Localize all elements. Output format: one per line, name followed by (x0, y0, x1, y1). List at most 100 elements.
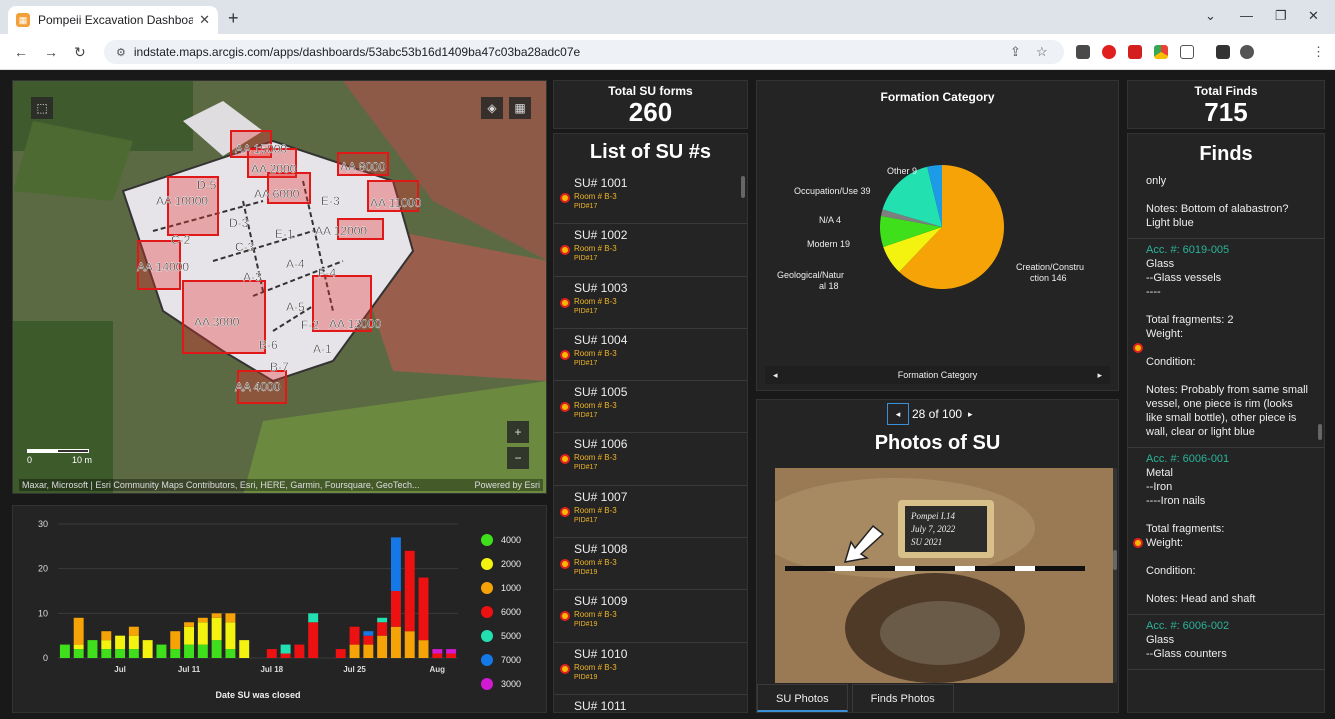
menu-icon[interactable]: ⋮ (1312, 44, 1325, 60)
su-marker-icon (560, 402, 570, 413)
map-area-label: AA 4000 (235, 380, 281, 394)
su-list-item[interactable]: SU# 1011 (554, 695, 747, 712)
window-close-icon[interactable]: ✕ (1308, 8, 1319, 24)
previous-category-icon[interactable]: ◂ (773, 370, 778, 381)
tab-search-icon[interactable]: ⌄ (1205, 8, 1216, 24)
legend-item[interactable]: 6000 (481, 600, 521, 624)
su-list[interactable]: List of SU #s SU# 1001 Room # B-3 PID#17 SU… (553, 133, 748, 713)
find-item[interactable]: only Notes: Bottom of alabastron? Light … (1128, 170, 1324, 239)
bookmark-star-icon[interactable]: ☆ (1036, 44, 1048, 60)
avatar[interactable] (1240, 45, 1254, 59)
bar-segment (335, 649, 346, 658)
bar-segment (308, 622, 319, 658)
su-list-item[interactable]: SU# 1007 Room # B-3 PID#17 (554, 486, 747, 539)
legend-item[interactable]: 4000 (481, 528, 521, 552)
pie-title: Formation Category (880, 90, 995, 104)
excavation-map[interactable]: AA 15000 AA 2000 AA 8000 D-5 AA 6000 E-3… (12, 80, 547, 494)
back-icon[interactable]: ← (14, 44, 28, 60)
legend-item[interactable]: 2000 (481, 552, 521, 576)
bar-segment (404, 550, 415, 632)
powered-by-esri[interactable]: Powered by Esri (474, 480, 540, 490)
next-category-icon[interactable]: ▸ (1097, 370, 1102, 381)
legend-label: 2000 (501, 559, 522, 569)
forward-icon[interactable]: → (44, 44, 58, 60)
basemap-icon[interactable]: ▦ (509, 97, 531, 119)
find-detail: Condition: (1146, 356, 1196, 368)
dashboard-favicon-icon: ▦ (16, 13, 30, 27)
share-icon[interactable]: ⇪ (1010, 44, 1021, 60)
map-area-label: E-1 (275, 227, 294, 241)
select-tool-icon[interactable]: ⬚ (31, 97, 53, 119)
total-su-label: Total SU forms (608, 84, 693, 98)
su-list-item[interactable]: SU# 1002 Room # B-3 PID#17 (554, 224, 747, 277)
su-closed-bar-chart: 0 10 20 30 Jul Jul 11 Jul 18 Jul 25 Aug Date SU w… (12, 505, 547, 713)
url-field[interactable]: ⚙ indstate.maps.arcgis.com/apps/dashboar… (104, 40, 1064, 64)
find-detail: ---- (1146, 286, 1161, 298)
finds-list[interactable]: Finds only Notes: Bottom of alabastron? … (1127, 133, 1325, 713)
su-pid: PID#19 (574, 569, 598, 577)
total-finds-label: Total Finds (1194, 84, 1258, 98)
su-marker-icon (560, 506, 570, 517)
find-item[interactable]: Acc. #: 6019-005 Glass --Glass vessels ----… (1128, 239, 1324, 448)
finds-scrollbar[interactable] (1318, 424, 1322, 440)
new-tab-icon[interactable]: + (228, 8, 239, 29)
legend-swatch (481, 534, 493, 546)
legend-item[interactable]: 3000 (481, 672, 521, 696)
sidebar-icon[interactable] (1216, 45, 1230, 59)
legend-label: 1000 (501, 583, 522, 593)
find-item[interactable]: Acc. #: 6006-002 Glass --Glass counters (1128, 615, 1324, 670)
su-list-item[interactable]: SU# 1001 Room # B-3 PID#17 (554, 172, 747, 225)
su-pid: PID#17 (574, 464, 598, 472)
zoom-in-button[interactable]: + (507, 421, 529, 443)
browser-tab-bar: ▦ Pompeii Excavation Dashboard ✕ + ⌄ — ❐… (0, 0, 1335, 34)
su-number: SU# 1010 (574, 646, 628, 661)
dashboard: AA 15000 AA 2000 AA 8000 D-5 AA 6000 E-3… (0, 71, 1335, 719)
photo-scroll-track[interactable] (1113, 468, 1117, 683)
zoom-out-button[interactable]: − (507, 447, 529, 469)
su-list-item[interactable]: SU# 1004 Room # B-3 PID#17 (554, 329, 747, 382)
bar-segment (404, 631, 415, 658)
su-photo[interactable]: Pompei I.14 July 7, 2022 SU 2021 (775, 468, 1113, 683)
site-info-icon[interactable]: ⚙ (116, 46, 126, 59)
su-number: SU# 1007 (574, 489, 628, 504)
browser-tab[interactable]: ▦ Pompeii Excavation Dashboard ✕ (8, 6, 218, 34)
layers-icon[interactable]: ◈ (481, 97, 503, 119)
map-attribution: Maxar, Microsoft | Esri Community Maps C… (19, 479, 543, 491)
next-photo-button[interactable]: ▸ (968, 409, 973, 420)
find-item[interactable]: Acc. #: 6006-001 Metal --Iron ----Iron nail… (1128, 448, 1324, 615)
su-pid: PID#17 (574, 359, 598, 367)
map-area-label: C-2 (171, 233, 191, 247)
reload-icon[interactable]: ↻ (74, 44, 86, 61)
pdf-extension-icon[interactable] (1128, 45, 1142, 59)
bar-segment (211, 613, 222, 618)
su-list-item[interactable]: SU# 1008 Room # B-3 PID#19 (554, 538, 747, 591)
legend-item[interactable]: 7000 (481, 648, 521, 672)
restore-icon[interactable]: ❐ (1275, 8, 1287, 24)
su-list-item[interactable]: SU# 1009 Room # B-3 PID#19 (554, 590, 747, 643)
tab-su-photos[interactable]: SU Photos (757, 684, 848, 712)
su-list-item[interactable]: SU# 1006 Room # B-3 PID#17 (554, 433, 747, 486)
extension-icon[interactable] (1076, 45, 1090, 59)
su-list-scrollbar[interactable] (741, 176, 745, 198)
tab-finds-photos[interactable]: Finds Photos (851, 684, 954, 712)
bar-segment (170, 631, 181, 650)
legend-swatch (481, 654, 493, 666)
minimize-icon[interactable]: — (1240, 8, 1253, 23)
pie-label-other: Other 9 (887, 166, 918, 176)
su-list-item[interactable]: SU# 1005 Room # B-3 PID#17 (554, 381, 747, 434)
map-area-label: C-3 (235, 240, 255, 254)
photo-scroll-thumb[interactable] (1113, 550, 1117, 570)
close-tab-icon[interactable]: ✕ (199, 12, 210, 28)
su-list-item[interactable]: SU# 1010 Room # B-3 PID#19 (554, 643, 747, 695)
pie-svg (880, 165, 1004, 289)
bar-segment (73, 617, 84, 645)
chrome-extension-icon[interactable] (1154, 45, 1168, 59)
opera-extension-icon[interactable] (1102, 45, 1116, 59)
legend-item[interactable]: 5000 (481, 624, 521, 648)
map-area-label: AA 8000 (340, 160, 386, 174)
puzzle-icon[interactable] (1180, 45, 1194, 59)
bar-segment (184, 626, 194, 645)
legend-item[interactable]: 1000 (481, 576, 521, 600)
previous-photo-button[interactable]: ◂ (887, 403, 909, 425)
su-list-item[interactable]: SU# 1003 Room # B-3 PID#17 (554, 277, 747, 329)
